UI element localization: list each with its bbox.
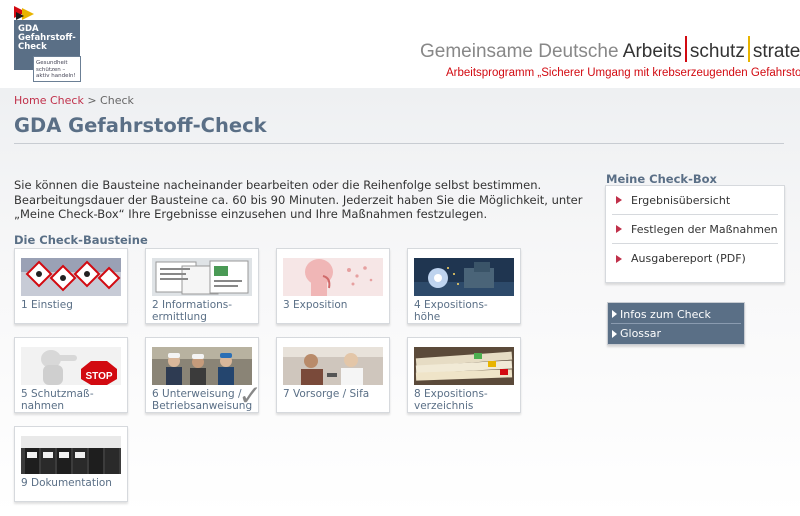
gda-title-part3: schutz: [689, 41, 745, 62]
gda-check-logo[interactable]: GDA Gefahrstoff- Check Gesundheit schütz…: [14, 6, 84, 82]
logo-slogan: Gesundheit schützen – aktiv handeln!: [33, 56, 81, 82]
consultation-thumbnail: [283, 347, 383, 385]
gda-gold-bar: [747, 36, 750, 62]
tile-einstieg[interactable]: 1 Einstieg: [14, 248, 128, 324]
tile-informationsermittlung[interactable]: 2 Informations- ermittlung: [145, 248, 259, 324]
page-header: GDA Gefahrstoff- Check Gesundheit schütz…: [0, 0, 800, 88]
gda-red-bar: [684, 36, 687, 62]
stop-sign-thumbnail: STOP: [21, 347, 121, 385]
menu-item-label: Ergebnisübersicht: [631, 193, 731, 207]
breadcrumb: Home Check > Check: [14, 94, 134, 107]
binders-thumbnail: [21, 436, 121, 474]
svg-text:STOP: STOP: [85, 371, 112, 382]
tile-label: 9 Dokumentation: [21, 477, 112, 489]
title-divider: [14, 143, 784, 144]
hazard-symbols-thumbnail: [21, 258, 121, 296]
gda-title-part4: strategie: [752, 41, 800, 62]
tile-expositionsverzeichnis[interactable]: 8 Expositions- verzeichnis: [407, 337, 521, 413]
gda-title-part2: Arbeits: [622, 41, 682, 62]
tile-label: 8 Expositions- verzeichnis: [414, 388, 488, 412]
massnahmen-link[interactable]: Festlegen der Maßnahmen: [612, 215, 778, 244]
gda-title-part1: Gemeinsame Deutsche: [420, 41, 623, 62]
tile-label: 4 Expositions- höhe: [414, 299, 488, 323]
breadcrumb-separator: >: [83, 94, 101, 107]
logo-text-line3: Check: [18, 42, 47, 52]
menu-item-label: Ausgabereport (PDF): [631, 252, 746, 265]
infos-zum-check-link[interactable]: Infos zum Check: [611, 305, 741, 324]
info-item-label: Glossar: [620, 327, 662, 340]
tile-unterweisung[interactable]: 6 Unterweisung / Betriebsanweisung ✓: [145, 337, 262, 413]
tile-label: 2 Informations- ermittlung: [152, 299, 233, 323]
menu-item-label: Festlegen der Maßnahmen: [631, 222, 778, 236]
documents-thumbnail: [152, 258, 252, 296]
breadcrumb-current: Check: [100, 94, 134, 107]
logo-slogan-line3: aktiv handeln!: [36, 73, 76, 79]
completed-check-icon: ✓: [238, 379, 262, 412]
triangle-right-icon: [616, 254, 622, 263]
folders-thumbnail: [414, 347, 514, 385]
tile-exposition[interactable]: 3 Exposition: [276, 248, 390, 324]
workers-thumbnail: [152, 347, 252, 385]
triangle-right-icon: [612, 310, 617, 318]
program-subtitle: Arbeitsprogramm „Sicherer Umgang mit kre…: [446, 67, 800, 79]
ausgabereport-link[interactable]: Ausgabereport (PDF): [612, 244, 778, 273]
tile-schutzmassnahmen[interactable]: STOP 5 Schutzmaß- nahmen: [14, 337, 128, 413]
tile-label: 7 Vorsorge / Sifa: [283, 388, 370, 400]
check-box-panel: Ergebnisübersicht Festlegen der Maßnahme…: [605, 185, 785, 283]
page-title: GDA Gefahrstoff-Check: [14, 114, 267, 137]
ergebnisuebersicht-link[interactable]: Ergebnisübersicht: [612, 186, 778, 215]
intro-text: Sie können die Bausteine nacheinander be…: [14, 178, 583, 221]
glossar-link[interactable]: Glossar: [611, 324, 741, 343]
tile-label: 1 Einstieg: [21, 299, 73, 311]
tile-dokumentation[interactable]: 9 Dokumentation: [14, 426, 128, 502]
section-heading: Die Check-Bausteine: [14, 233, 148, 247]
triangle-right-icon: [616, 225, 622, 233]
tile-vorsorge-sifa[interactable]: 7 Vorsorge / Sifa: [276, 337, 390, 413]
welding-thumbnail: [414, 258, 514, 296]
main-content: Home Check > Check GDA Gefahrstoff-Check…: [0, 88, 800, 516]
check-box-heading: Meine Check-Box: [606, 172, 717, 186]
respiratory-thumbnail: [283, 258, 383, 296]
gda-strategy-title[interactable]: Gemeinsame Deutsche Arbeits schutz strateg…: [420, 36, 800, 63]
tile-label: 5 Schutzmaß- nahmen: [21, 388, 94, 412]
triangle-right-icon: [612, 329, 617, 338]
breadcrumb-home-link[interactable]: Home Check: [14, 94, 84, 107]
tile-expositionshoehe[interactable]: 4 Expositions- höhe: [407, 248, 521, 324]
info-panel: Infos zum Check Glossar: [607, 302, 745, 345]
triangle-right-icon: [616, 196, 622, 204]
info-item-label: Infos zum Check: [620, 307, 711, 321]
tile-label: 3 Exposition: [283, 299, 348, 311]
